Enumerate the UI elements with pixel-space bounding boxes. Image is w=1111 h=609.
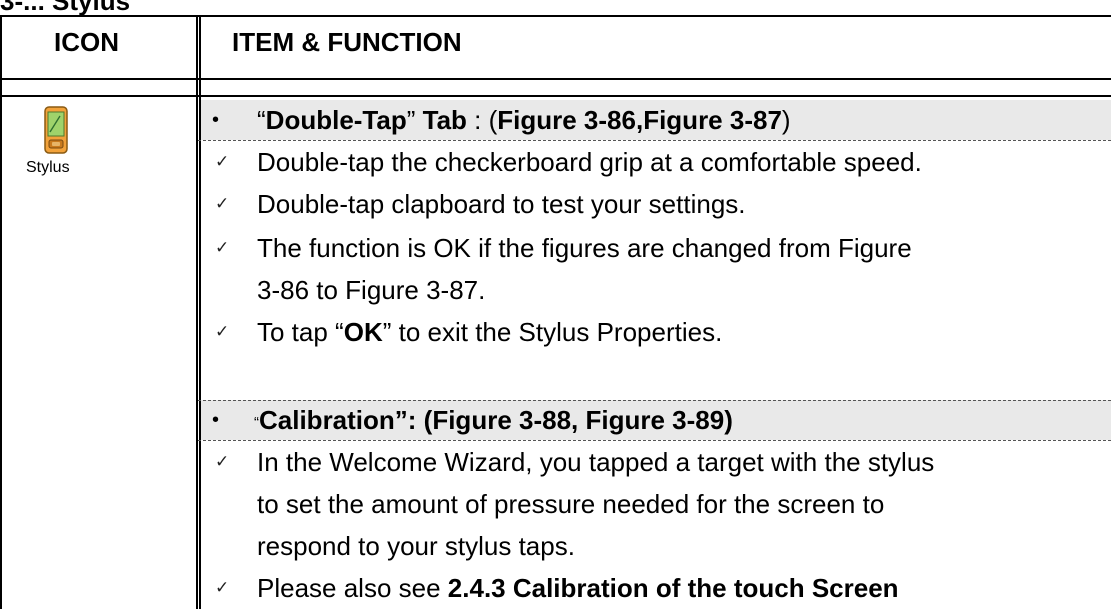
checkmark-icon: ✓ <box>215 322 230 341</box>
checklist-text: In the Welcome Wizard, you tapped a targ… <box>257 447 935 477</box>
double-tap-label: Double-Tap <box>265 105 407 135</box>
bullet-dot: • <box>212 409 220 431</box>
header-bottom-border <box>0 78 1111 80</box>
checklist-text: to set the amount of pressure needed for… <box>257 489 885 519</box>
checkmark-icon: ✓ <box>215 152 230 171</box>
checkmark-icon: ✓ <box>215 238 230 257</box>
checklist-text: The function is OK if the figures are ch… <box>257 233 912 263</box>
calibration-title: Calibration”: (Figure 3-88, Figure 3-89) <box>259 405 733 435</box>
column-divider-b <box>199 15 201 609</box>
checklist-text: 3-86 to Figure 3-87. <box>257 275 486 305</box>
row-divider <box>198 140 1111 141</box>
checkmark-icon: ✓ <box>215 452 230 471</box>
tab-word: Tab <box>422 105 467 135</box>
table-left-border <box>0 15 2 609</box>
bullet-dot: • <box>212 109 220 131</box>
see-also-text: Please also see <box>257 573 448 603</box>
checkmark-icon: ✓ <box>215 194 230 213</box>
quote-open: “ <box>257 105 266 135</box>
ok-text-post: ” to exit the Stylus Properties. <box>382 317 723 347</box>
checkmark-icon: ✓ <box>215 578 230 597</box>
quote-close: ” <box>406 105 423 135</box>
header-icon-label: ICON <box>54 27 119 57</box>
stylus-pda-icon <box>44 106 68 156</box>
ok-text-bold: OK <box>343 317 383 347</box>
column-divider-a <box>196 15 198 609</box>
separator-text: : ( <box>466 105 498 135</box>
ok-text-pre: To tap “ <box>257 317 344 347</box>
checklist-text: Double-tap clapboard to test your settin… <box>257 189 746 219</box>
function-table: ICON ITEM & FUNCTION Stylus • “Double-Ta… <box>0 0 1111 609</box>
table-top-border <box>0 15 1111 17</box>
header-rule-lower <box>0 95 1111 97</box>
checklist-text: Double-tap the checkerboard grip at a co… <box>257 147 922 177</box>
paren-close: ) <box>781 105 791 135</box>
checklist-text: respond to your stylus taps. <box>257 531 575 561</box>
stylus-icon-label: Stylus <box>26 159 70 176</box>
figure-reference: Figure 3-86,Figure 3-87 <box>497 105 782 135</box>
header-item-function: ITEM & FUNCTION <box>232 27 462 57</box>
see-also-reference: 2.4.3 Calibration of the touch Screen <box>447 573 899 603</box>
